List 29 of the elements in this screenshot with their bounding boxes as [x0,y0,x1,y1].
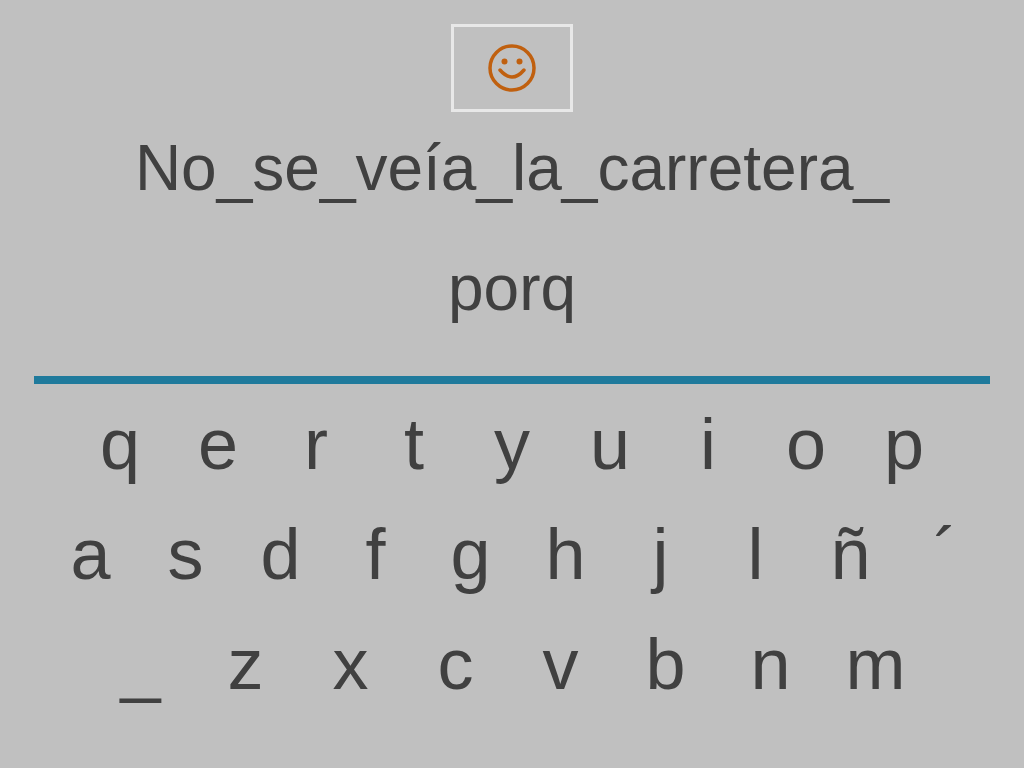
letter-key[interactable]: p [855,406,953,482]
letter-key[interactable]: g [423,516,518,592]
letter-key[interactable]: i [659,406,757,482]
letter-key[interactable]: ´ [898,516,993,592]
letter-key[interactable]: c [403,626,508,702]
letter-key[interactable]: l [708,516,803,592]
letter-key[interactable]: h [518,516,613,592]
smiley-icon [486,42,538,94]
letter-key[interactable]: d [233,516,328,592]
letter-key[interactable]: e [169,406,267,482]
letter-key[interactable]: t [365,406,463,482]
letter-key[interactable]: v [508,626,613,702]
letter-key[interactable]: n [718,626,823,702]
letter-key[interactable]: x [298,626,403,702]
letter-key[interactable]: _ [88,626,193,702]
letter-key[interactable]: m [823,626,928,702]
letter-key[interactable]: z [193,626,298,702]
letter-key[interactable]: s [138,516,233,592]
letter-key[interactable]: u [561,406,659,482]
letter-key[interactable]: b [613,626,718,702]
letter-key[interactable]: r [267,406,365,482]
letter-key[interactable]: o [757,406,855,482]
letter-key[interactable]: f [328,516,423,592]
letter-key[interactable]: ñ [803,516,898,592]
letter-key[interactable]: j [613,516,708,592]
smiley-button[interactable] [451,24,573,112]
letter-key[interactable]: y [463,406,561,482]
letter-key[interactable]: a [43,516,138,592]
letter-key[interactable]: q [71,406,169,482]
